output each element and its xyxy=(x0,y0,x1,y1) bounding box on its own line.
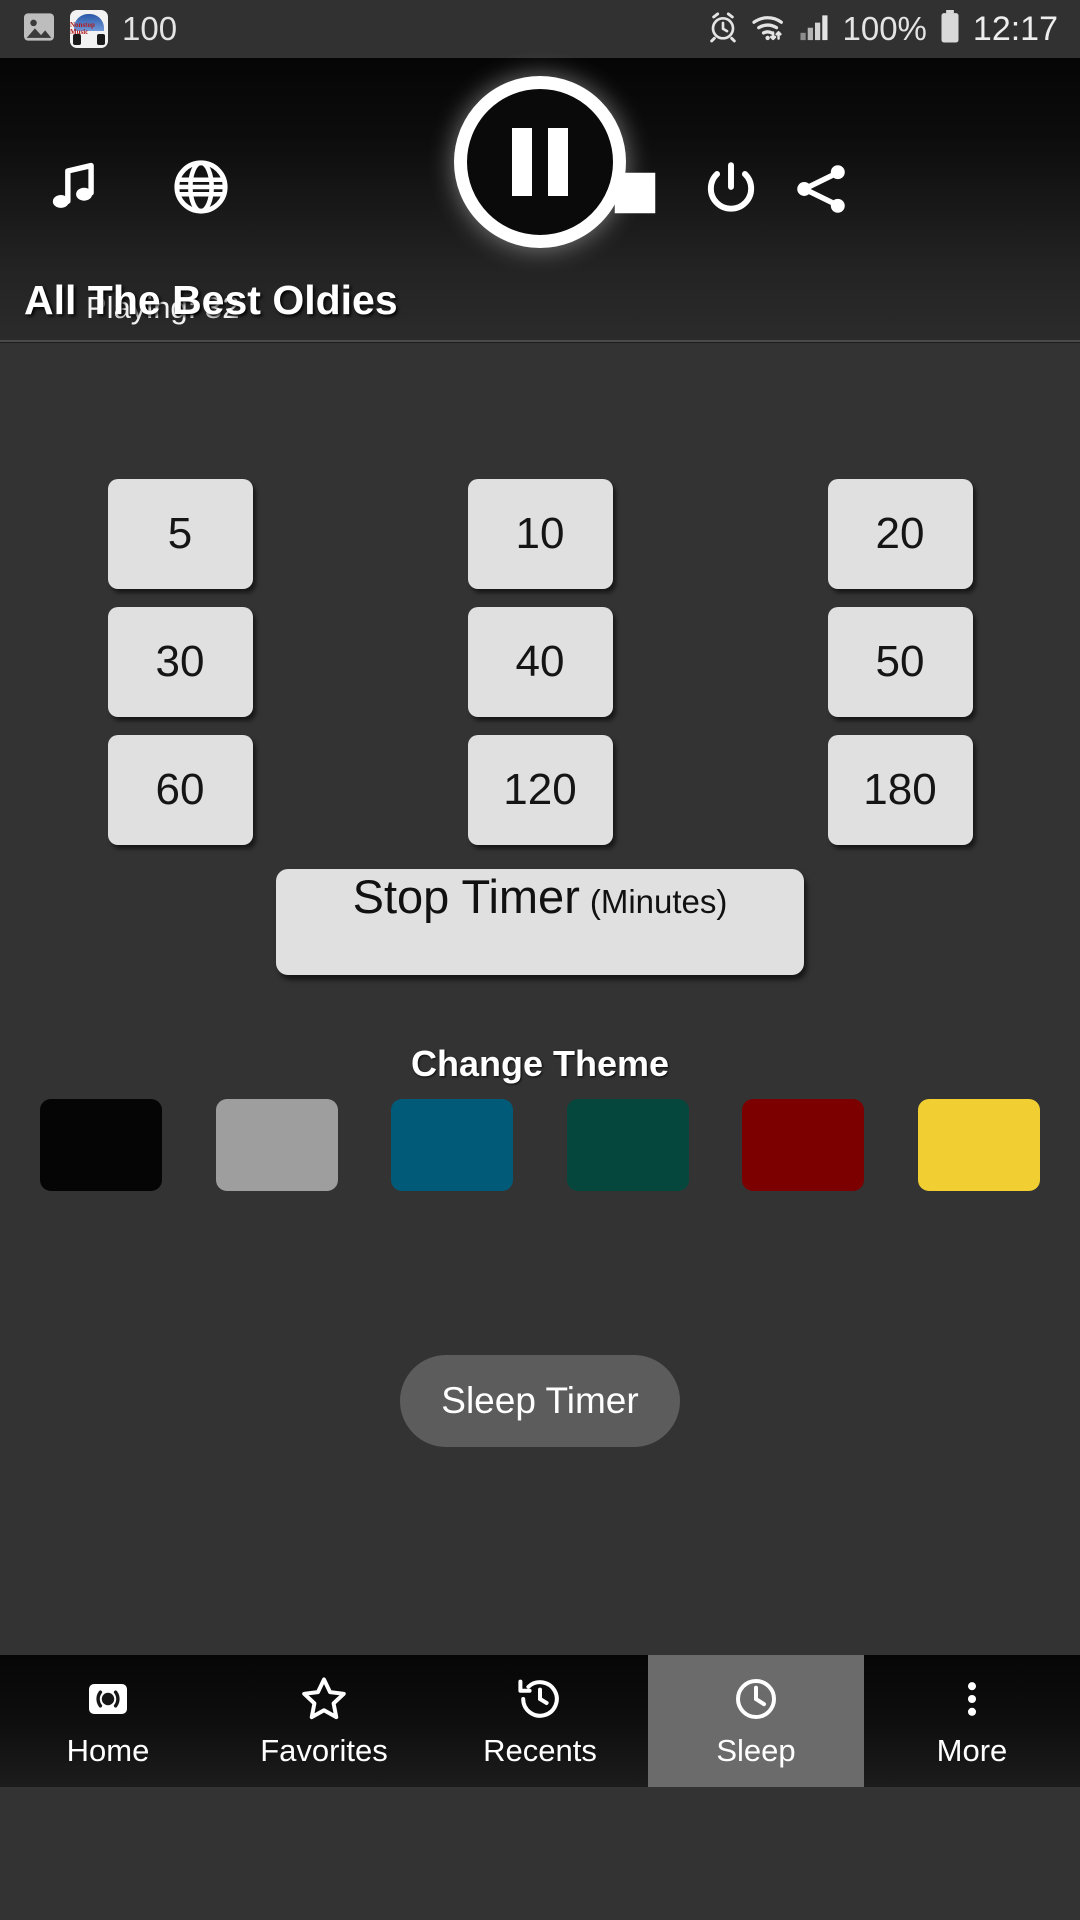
timer-preset-5[interactable]: 5 xyxy=(107,479,253,589)
nav-item-recents[interactable]: Recents xyxy=(432,1655,648,1787)
history-icon xyxy=(516,1673,564,1725)
pause-bar-left xyxy=(512,128,532,196)
nav-item-favorites[interactable]: Favorites xyxy=(216,1655,432,1787)
battery-percent: 100% xyxy=(842,10,927,47)
theme-swatch-grey[interactable] xyxy=(215,1099,338,1191)
timer-preset-50[interactable]: 50 xyxy=(827,607,973,717)
timer-preset-40[interactable]: 40 xyxy=(467,607,613,717)
station-title: All The Best Oldies xyxy=(24,277,398,323)
timer-preset-10[interactable]: 10 xyxy=(467,479,613,589)
sleep-timer-button[interactable]: Sleep Timer xyxy=(400,1355,680,1447)
status-bar: Nonstop Music 100 100% 12:17 xyxy=(0,0,1080,58)
bottom-navigation: Home Favorites Recents Sleep More xyxy=(0,1655,1080,1787)
share-icon[interactable] xyxy=(790,158,852,220)
battery-icon xyxy=(939,9,961,49)
theme-swatch-teal[interactable] xyxy=(566,1099,689,1191)
broadcast-icon xyxy=(84,1673,132,1725)
image-icon xyxy=(22,12,56,47)
clock-icon xyxy=(732,1673,780,1725)
app-badge-text: Nonstop Music xyxy=(70,21,95,36)
stop-icon[interactable] xyxy=(608,166,662,220)
theme-swatch-red[interactable] xyxy=(742,1099,865,1191)
play-pause-button[interactable] xyxy=(454,76,626,248)
stop-timer-button[interactable]: Stop Timer (Minutes) xyxy=(276,869,804,975)
nav-label-home: Home xyxy=(66,1733,150,1768)
alarm-icon xyxy=(707,11,739,48)
nav-item-more[interactable]: More xyxy=(864,1655,1080,1787)
timer-preset-180[interactable]: 180 xyxy=(827,735,973,845)
stop-timer-sub-label: (Minutes) xyxy=(589,883,728,920)
star-icon xyxy=(299,1673,349,1725)
timer-preset-120[interactable]: 120 xyxy=(467,735,613,845)
overflow-menu-icon xyxy=(950,1673,994,1725)
sleep-timer-panel: 5 10 20 30 40 50 60 120 180 Stop Timer (… xyxy=(0,343,1080,1787)
player-controls xyxy=(0,58,1080,248)
status-bar-right: 100% 12:17 xyxy=(707,9,1058,49)
change-theme-heading: Change Theme xyxy=(410,1043,670,1084)
timer-preset-grid: 5 10 20 30 40 50 60 120 180 xyxy=(0,479,1080,845)
signal-icon xyxy=(799,12,831,47)
nav-item-sleep[interactable]: Sleep xyxy=(648,1655,864,1787)
notification-count: 100 xyxy=(122,10,178,47)
theme-swatch-blue[interactable] xyxy=(391,1099,514,1191)
nav-label-sleep: Sleep xyxy=(716,1733,796,1768)
player-header: Playing: 32 All The Best Oldies xyxy=(0,58,1080,340)
timer-preset-30[interactable]: 30 xyxy=(107,607,253,717)
timer-preset-60[interactable]: 60 xyxy=(107,735,253,845)
power-icon[interactable] xyxy=(700,158,762,220)
nav-label-favorites: Favorites xyxy=(260,1733,388,1768)
theme-swatch-yellow[interactable] xyxy=(917,1099,1040,1191)
status-bar-clock: 12:17 xyxy=(972,9,1058,48)
status-bar-left: Nonstop Music 100 xyxy=(22,10,177,48)
theme-swatch-black[interactable] xyxy=(40,1099,162,1191)
globe-icon[interactable] xyxy=(172,158,230,216)
theme-swatch-row xyxy=(40,1099,1040,1191)
timer-preset-20[interactable]: 20 xyxy=(827,479,973,589)
nav-label-recents: Recents xyxy=(483,1733,597,1768)
nav-label-more: More xyxy=(936,1733,1008,1768)
music-note-icon[interactable] xyxy=(42,156,104,218)
nav-item-home[interactable]: Home xyxy=(0,1655,216,1787)
wifi-icon xyxy=(751,12,787,47)
stop-timer-main-label: Stop Timer xyxy=(352,870,580,923)
nonstop-music-app-icon: Nonstop Music xyxy=(70,10,108,48)
pause-bar-right xyxy=(548,128,568,196)
